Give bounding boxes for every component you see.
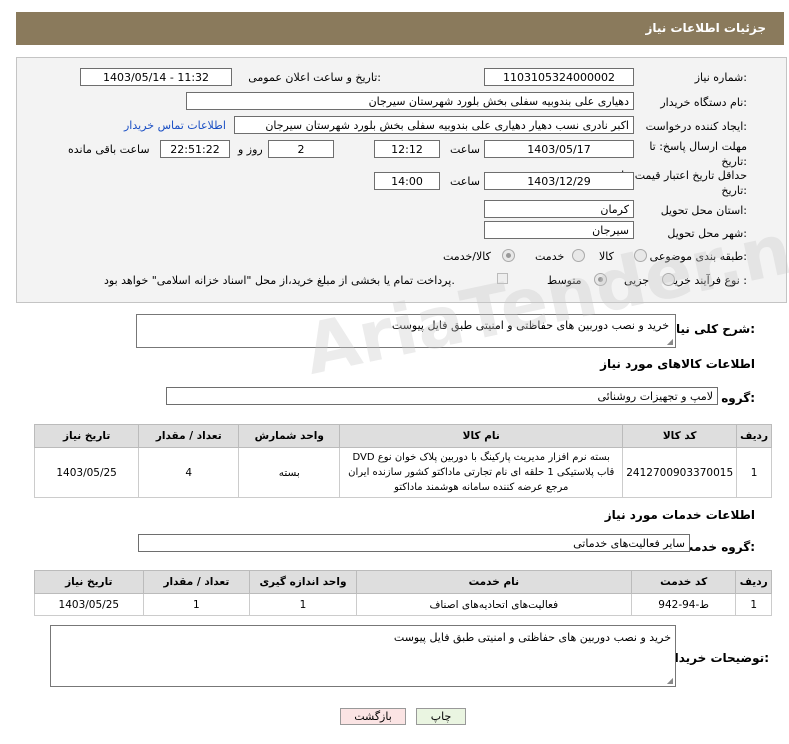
cell-row: 1	[735, 593, 772, 616]
province-label: استان محل تحویل:	[660, 204, 747, 217]
cell-qty: 1	[142, 593, 251, 616]
print-button[interactable]: چاپ	[416, 708, 466, 725]
category-goods-service-label: کالا/خدمت	[443, 250, 491, 263]
summary-label: شرح کلی نیاز:	[669, 322, 755, 336]
col-qty: تعداد / مقدار	[138, 424, 240, 448]
col-need-date: تاریخ نیاز	[34, 570, 144, 594]
announce-label: تاریخ و ساعت اعلان عمومی:	[248, 71, 381, 84]
deadline-time-field[interactable]: 12:12	[374, 140, 440, 158]
services-group-field[interactable]: سایر فعالیت‌های خدماتی	[138, 534, 690, 552]
buyer-org-label: نام دستگاه خریدار:	[660, 96, 747, 109]
services-table: تاریخ نیاز تعداد / مقدار واحد اندازه گیر…	[34, 570, 772, 616]
remaining-label: ساعت باقی مانده	[68, 143, 150, 156]
col-code: کد کالا	[622, 424, 738, 448]
need-number-label: شماره نیاز:	[694, 71, 747, 84]
col-unit: واحد اندازه گیری	[249, 570, 357, 594]
page-header: جزئیات اطلاعات نیاز	[16, 12, 784, 45]
cell-qty: 4	[138, 447, 240, 498]
cell-row: 1	[736, 447, 772, 498]
col-row: ردیف	[735, 570, 772, 594]
deadline-label: مهلت ارسال پاسخ: تا تاریخ:	[649, 140, 747, 168]
validity-time-field[interactable]: 14:00	[374, 172, 440, 190]
goods-table: تاریخ نیاز تعداد / مقدار واحد شمارش نام …	[33, 424, 772, 498]
table-row: 1403/05/25 4 بسته بسته نرم افزار مدیریت …	[33, 447, 772, 498]
city-field[interactable]: سیرجان	[484, 221, 634, 239]
col-unit: واحد شمارش	[238, 424, 341, 448]
col-code: کد خدمت	[630, 570, 737, 594]
validity-date-field[interactable]: 1403/12/29	[484, 172, 634, 190]
back-button[interactable]: بازگشت	[340, 708, 406, 725]
services-header-row: تاریخ نیاز تعداد / مقدار واحد اندازه گیر…	[34, 570, 772, 594]
col-name: نام خدمت	[355, 570, 632, 594]
col-name: نام کالا	[339, 424, 624, 448]
buyer-notes-text: خرید و نصب دوربین های حفاظتی و امنیتی طب…	[393, 631, 671, 644]
cell-unit: 1	[249, 593, 357, 616]
table-row: 1403/05/25 1 1 فعالیت‌های اتحادیه‌های اص…	[34, 593, 772, 616]
days-label: روز و	[238, 143, 263, 156]
buyer-org-field[interactable]: دهیاری علی بندوبیه سفلی بخش بلورد شهرستا…	[186, 92, 634, 110]
category-goods-service-radio[interactable]	[502, 249, 515, 262]
validity-time-label: ساعت	[450, 175, 480, 188]
province-field[interactable]: کرمان	[484, 200, 634, 218]
services-section-title: اطلاعات خدمات مورد نیاز	[604, 508, 755, 522]
cell-code: 2412700903370015	[622, 447, 738, 498]
cell-unit: بسته	[238, 447, 341, 498]
deadline-date-field[interactable]: 1403/05/17	[484, 140, 634, 158]
cell-name: فعالیت‌های اتحادیه‌های اصناف	[355, 593, 632, 616]
resize-handle-icon[interactable]: ◢	[667, 676, 673, 685]
page-title: جزئیات اطلاعات نیاز	[645, 21, 766, 35]
goods-section-title: اطلاعات کالاهای مورد نیاز	[600, 357, 755, 371]
need-number-field[interactable]: 1103105324000002	[484, 68, 634, 86]
col-row: ردیف	[736, 424, 772, 448]
buyer-notes-field[interactable]: خرید و نصب دوربین های حفاظتی و امنیتی طب…	[50, 625, 676, 687]
announce-field[interactable]: 1403/05/14 - 11:32	[80, 68, 232, 86]
days-field[interactable]: 2	[268, 140, 334, 158]
resize-handle-icon[interactable]: ◢	[667, 337, 673, 346]
goods-group-field[interactable]: لامپ و تجهیزات روشنائی	[166, 387, 718, 405]
cell-date: 1403/05/25	[34, 593, 144, 616]
deadline-time-label: ساعت	[450, 143, 480, 156]
requester-field[interactable]: اکبر نادری نسب دهیار دهیاری علی بندوبیه …	[234, 116, 634, 134]
buyer-contact-link[interactable]: اطلاعات تماس خریدار	[124, 119, 226, 132]
buyer-notes-label: توضیحات خریدار:	[667, 651, 769, 665]
remaining-time-field[interactable]: 22:51:22	[160, 140, 230, 158]
goods-header-row: تاریخ نیاز تعداد / مقدار واحد شمارش نام …	[33, 424, 772, 448]
col-qty: تعداد / مقدار	[142, 570, 251, 594]
cell-name: بسته نرم افزار مدیریت پارکینگ با دوربین …	[339, 447, 624, 498]
services-group-label: گروه خدمت:	[681, 540, 755, 554]
cell-code: ط-94-942	[630, 593, 737, 616]
requester-label: ایجاد کننده درخواست:	[645, 120, 747, 133]
col-need-date: تاریخ نیاز	[33, 424, 140, 448]
payment-note: پرداخت تمام یا بخشی از مبلغ خرید،از محل …	[104, 274, 455, 287]
cell-date: 1403/05/25	[33, 447, 140, 498]
